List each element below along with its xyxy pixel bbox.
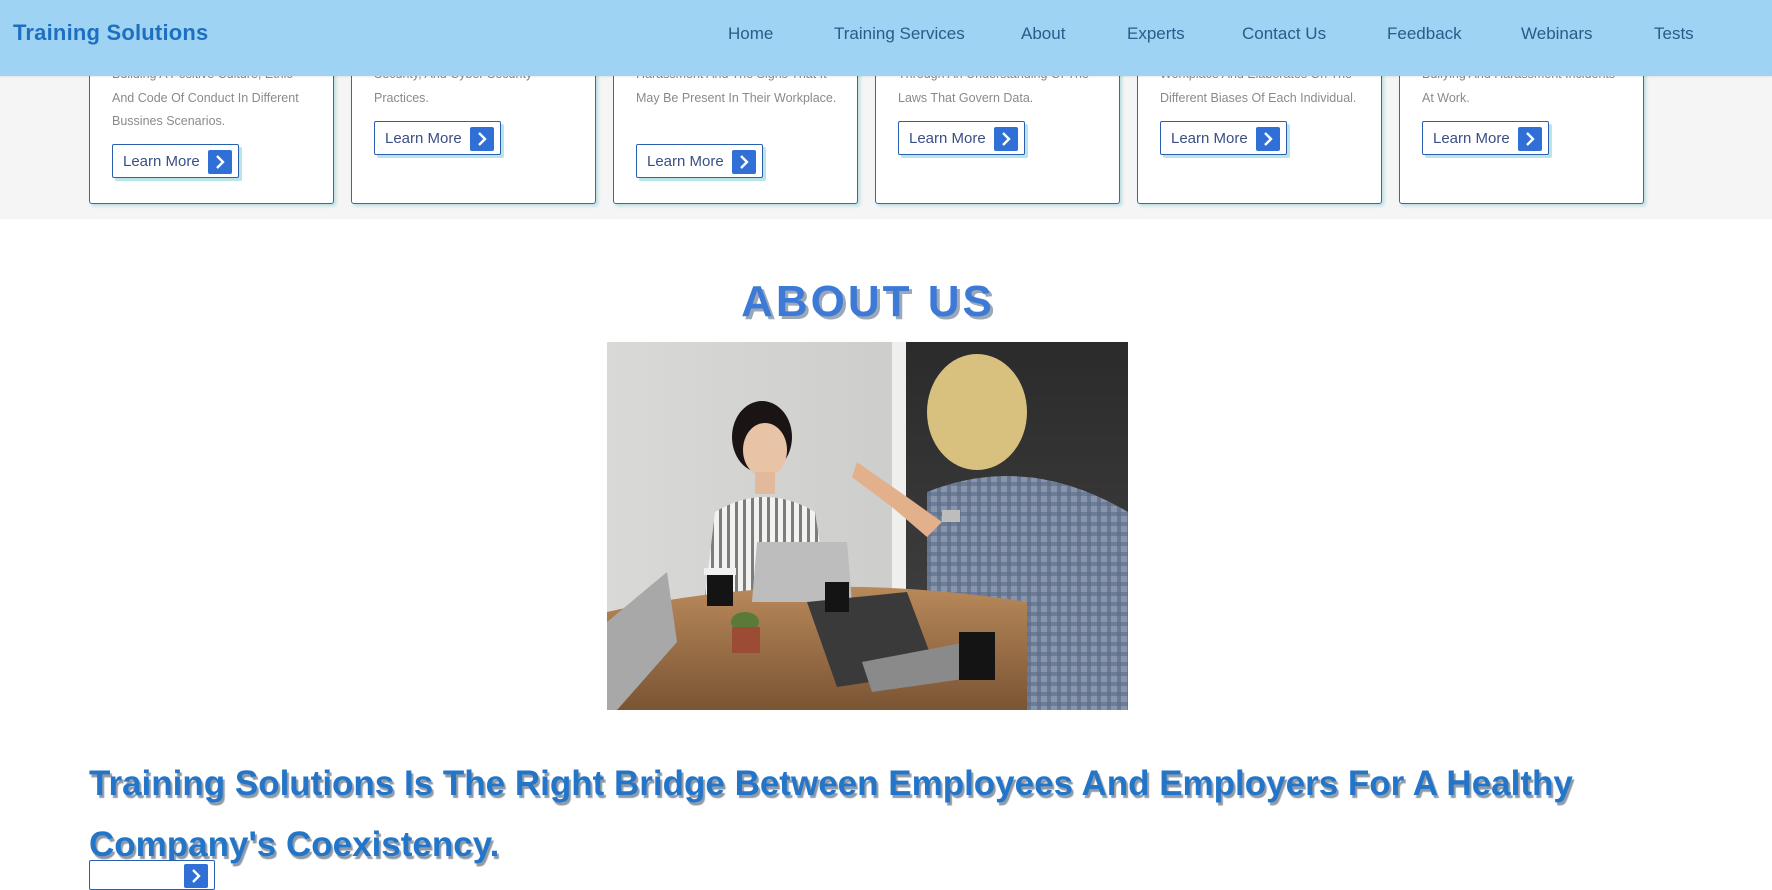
learn-more-button[interactable]: Learn More [1160,121,1287,155]
learn-more-label: Learn More [647,153,724,170]
nav-feedback[interactable]: Feedback [1387,24,1462,44]
learn-more-label: Learn More [123,153,200,170]
chevron-right-icon [732,150,756,174]
learn-more-button[interactable]: Learn More [112,144,239,178]
learn-more-button[interactable]: Learn More [898,121,1025,155]
chevron-right-icon [994,127,1018,151]
nav-tests[interactable]: Tests [1654,24,1694,44]
nav-experts[interactable]: Experts [1127,24,1185,44]
nav-contact-us[interactable]: Contact Us [1242,24,1326,44]
chevron-right-icon [1256,127,1280,151]
top-navbar: Training Solutions Home Training Service… [0,0,1772,76]
about-us-title: ABOUT US [741,276,995,326]
nav-about[interactable]: About [1021,24,1065,44]
main-nav: Home Training Services About Experts Con… [0,24,1772,48]
chevron-right-icon [208,150,232,174]
chevron-right-icon [470,127,494,151]
learn-more-label: Learn More [909,130,986,147]
about-learn-more-button[interactable] [89,860,215,890]
nav-webinars[interactable]: Webinars [1521,24,1593,44]
nav-home[interactable]: Home [728,24,773,44]
learn-more-label: Learn More [1171,130,1248,147]
about-heading: Training Solutions Is The Right Bridge B… [89,764,1573,865]
about-photo [607,342,1128,710]
chevron-right-icon [1518,127,1542,151]
learn-more-button[interactable]: Learn More [374,121,501,155]
learn-more-label: Learn More [1433,130,1510,147]
learn-more-button[interactable]: Learn More [1422,121,1549,155]
nav-training-services[interactable]: Training Services [834,24,965,44]
learn-more-button[interactable]: Learn More [636,144,763,178]
learn-more-label: Learn More [385,130,462,147]
